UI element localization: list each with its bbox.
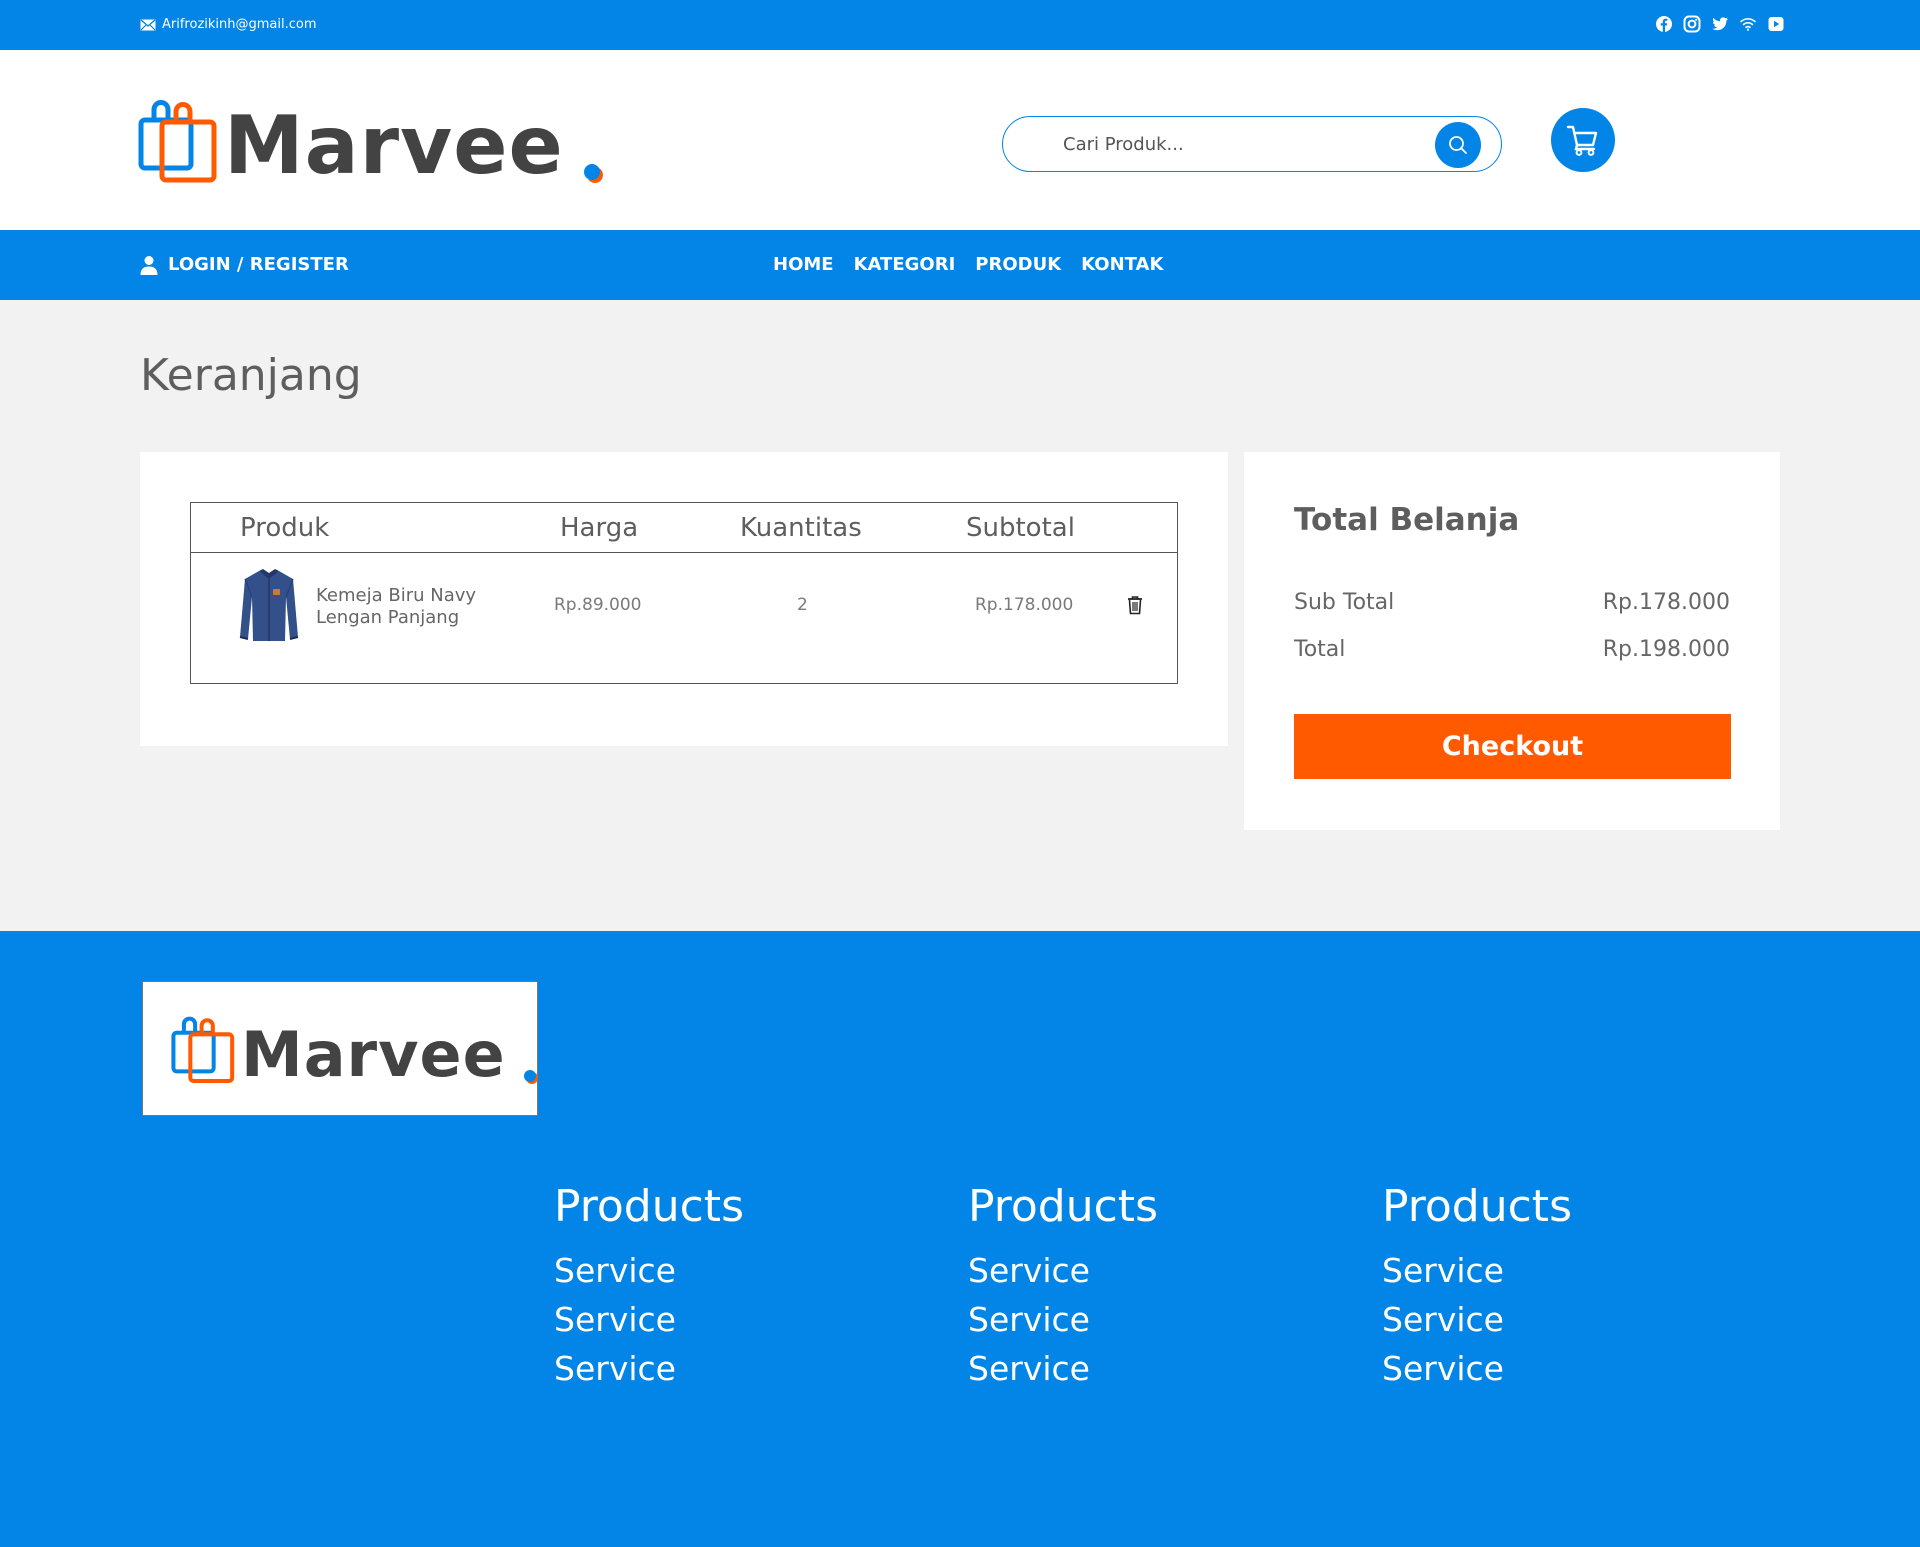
footer-column-1: Products Service Service Service	[554, 1181, 744, 1393]
footer-link[interactable]: Service	[968, 1344, 1158, 1393]
user-icon	[140, 255, 158, 275]
footer-link[interactable]: Service	[968, 1295, 1158, 1344]
nav-item-kategori[interactable]: KATEGORI	[854, 254, 956, 275]
summary-title: Total Belanja	[1294, 502, 1520, 538]
footer-link[interactable]: Service	[554, 1295, 744, 1344]
email-text: Arifrozikinh@gmail.com	[162, 17, 317, 32]
footer-link[interactable]: Service	[1382, 1246, 1572, 1295]
nav-item-kontak[interactable]: KONTAK	[1081, 254, 1163, 275]
page-title: Keranjang	[140, 350, 362, 401]
product-name-line-1: Kemeja Biru Navy	[316, 585, 477, 606]
footer-brand-dot	[523, 1070, 536, 1082]
order-summary-card: Total Belanja Sub Total Rp.178.000 Total…	[1244, 452, 1780, 830]
header-subtotal: Subtotal	[966, 513, 1075, 543]
product-subtotal: Rp.178.000	[975, 595, 1074, 615]
header-produk: Produk	[240, 513, 330, 543]
subtotal-value: Rp.178.000	[1602, 590, 1730, 615]
cart-card: Produk Harga Kuantitas Subtotal Kemeja B…	[140, 452, 1228, 746]
subtotal-label: Sub Total	[1294, 590, 1395, 615]
cart-icon	[1566, 125, 1598, 156]
shopping-bag-logo-icon	[138, 100, 217, 183]
youtube-icon[interactable]	[1767, 15, 1785, 33]
footer-link[interactable]: Service	[554, 1344, 744, 1393]
footer-logo-box: Marvee	[142, 981, 538, 1116]
social-links	[1655, 15, 1785, 33]
main-nav: LOGIN / REGISTER HOME KATEGORI PRODUK KO…	[0, 230, 1920, 300]
header-kuantitas: Kuantitas	[740, 513, 862, 543]
footer-brand-logo[interactable]: Marvee	[171, 1010, 536, 1086]
search-icon	[1449, 136, 1467, 154]
footer-column-3: Products Service Service Service	[1382, 1181, 1572, 1393]
product-quantity[interactable]: 2	[797, 595, 808, 615]
product-name-line-2: Lengan Panjang	[316, 607, 460, 628]
header-harga: Harga	[560, 513, 639, 543]
cart-table: Produk Harga Kuantitas Subtotal Kemeja B…	[190, 502, 1178, 684]
cart-button[interactable]	[1551, 108, 1615, 172]
brand-dot	[583, 164, 600, 180]
top-bar: Arifrozikinh@gmail.com	[0, 0, 1920, 50]
footer-column-2: Products Service Service Service	[968, 1181, 1158, 1393]
footer-link[interactable]: Service	[1382, 1295, 1572, 1344]
shopping-bag-logo-icon	[171, 1016, 235, 1084]
nav-item-produk[interactable]: PRODUK	[975, 254, 1061, 275]
product-name[interactable]: Kemeja Biru Navy Lengan Panjang	[316, 585, 516, 629]
login-register-link[interactable]: LOGIN / REGISTER	[140, 254, 349, 275]
table-row: Kemeja Biru Navy Lengan Panjang Rp.89.00…	[191, 553, 1177, 683]
contact-email[interactable]: Arifrozikinh@gmail.com	[140, 17, 317, 32]
checkout-button[interactable]: Checkout	[1294, 714, 1731, 779]
footer-link[interactable]: Service	[968, 1246, 1158, 1295]
trash-icon[interactable]	[1127, 595, 1143, 615]
twitter-icon[interactable]	[1711, 15, 1729, 33]
footer-heading: Products	[968, 1181, 1158, 1232]
footer-link[interactable]: Service	[554, 1246, 744, 1295]
footer-link[interactable]: Service	[1382, 1344, 1572, 1393]
table-header: Produk Harga Kuantitas Subtotal	[191, 503, 1177, 553]
product-price: Rp.89.000	[554, 595, 642, 615]
brand-name: Marvee	[224, 99, 564, 192]
mail-icon	[140, 18, 156, 30]
search-bar	[1002, 116, 1502, 172]
search-input[interactable]	[1063, 131, 1423, 157]
login-label: LOGIN / REGISTER	[168, 254, 349, 275]
search-button[interactable]	[1435, 122, 1481, 168]
site-header: Marvee	[0, 50, 1920, 230]
wifi-icon[interactable]	[1739, 15, 1757, 33]
nav-item-home[interactable]: HOME	[773, 254, 834, 275]
nav-menu: HOME KATEGORI PRODUK KONTAK	[773, 254, 1163, 275]
product-image[interactable]	[237, 567, 301, 645]
footer-heading: Products	[1382, 1181, 1572, 1232]
total-value: Rp.198.000	[1602, 637, 1730, 662]
site-footer: Marvee Products Service Service Service …	[0, 931, 1920, 1547]
facebook-icon[interactable]	[1655, 15, 1673, 33]
total-label: Total	[1294, 637, 1346, 662]
brand-logo[interactable]: Marvee	[138, 92, 600, 186]
footer-brand-name: Marvee	[241, 1018, 506, 1091]
instagram-icon[interactable]	[1683, 15, 1701, 33]
footer-heading: Products	[554, 1181, 744, 1232]
